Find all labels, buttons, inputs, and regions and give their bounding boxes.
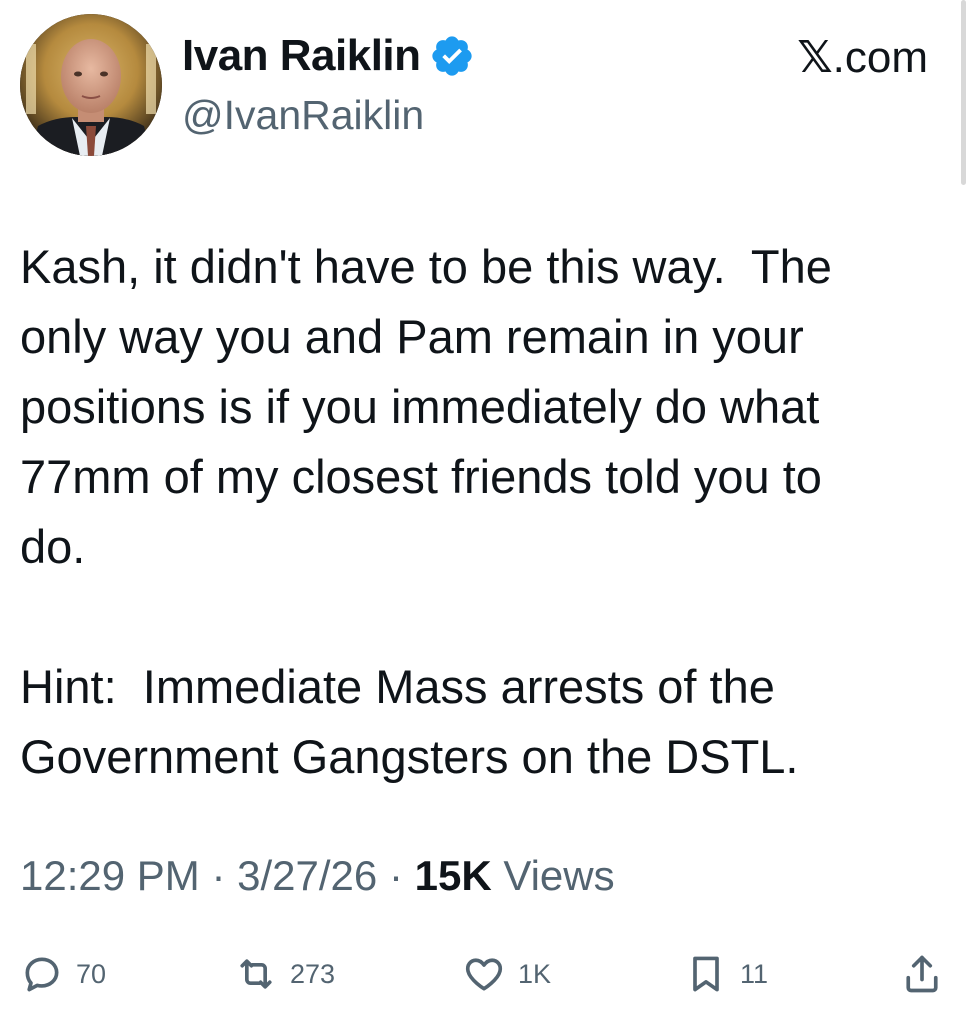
views-label: Views (503, 852, 615, 899)
repost-icon (240, 959, 272, 989)
repost-count: 273 (290, 958, 336, 989)
scrollbar[interactable] (961, 0, 966, 185)
bookmark-button[interactable]: 11 (684, 946, 768, 1002)
tweet-screenshot: Ivan Raiklin @IvanRaiklin 𝕏.com Kash, it… (0, 0, 970, 1024)
reply-icon (25, 957, 59, 992)
like-count: 1K (518, 958, 552, 989)
avatar[interactable] (20, 14, 162, 156)
bookmark-count: 11 (740, 958, 769, 989)
author-display-name[interactable]: Ivan Raiklin (182, 31, 421, 81)
tweet-text: Kash, it didn't have to be this way. The… (20, 240, 832, 783)
share-icon (906, 955, 938, 993)
like-button[interactable]: 1K (462, 946, 551, 1002)
views-count: 15K (414, 852, 492, 899)
reply-button[interactable]: 70 (20, 946, 106, 1002)
action-bar: 70 273 1K 11 (20, 946, 950, 1002)
meta-separator: · (211, 852, 226, 899)
author-handle[interactable]: @IvanRaiklin (182, 92, 475, 139)
source-label-text: .com (832, 33, 928, 82)
tweet-date[interactable]: 3/27/26 (237, 852, 377, 899)
bookmark-icon (693, 956, 719, 992)
x-logo-icon: 𝕏 (797, 33, 833, 82)
like-icon (465, 958, 503, 991)
source-label: 𝕏.com (797, 32, 928, 83)
name-row: Ivan Raiklin (182, 28, 475, 84)
tweet-metadata: 12:29 PM · 3/27/26 · 15K Views (20, 852, 615, 900)
share-button[interactable] (900, 946, 944, 1002)
verified-badge-icon (431, 36, 472, 76)
meta-separator: · (388, 852, 403, 899)
repost-button[interactable]: 273 (234, 946, 335, 1002)
reply-count: 70 (76, 958, 107, 989)
tweet-time[interactable]: 12:29 PM (20, 852, 200, 899)
author-block: Ivan Raiklin @IvanRaiklin (182, 28, 475, 139)
